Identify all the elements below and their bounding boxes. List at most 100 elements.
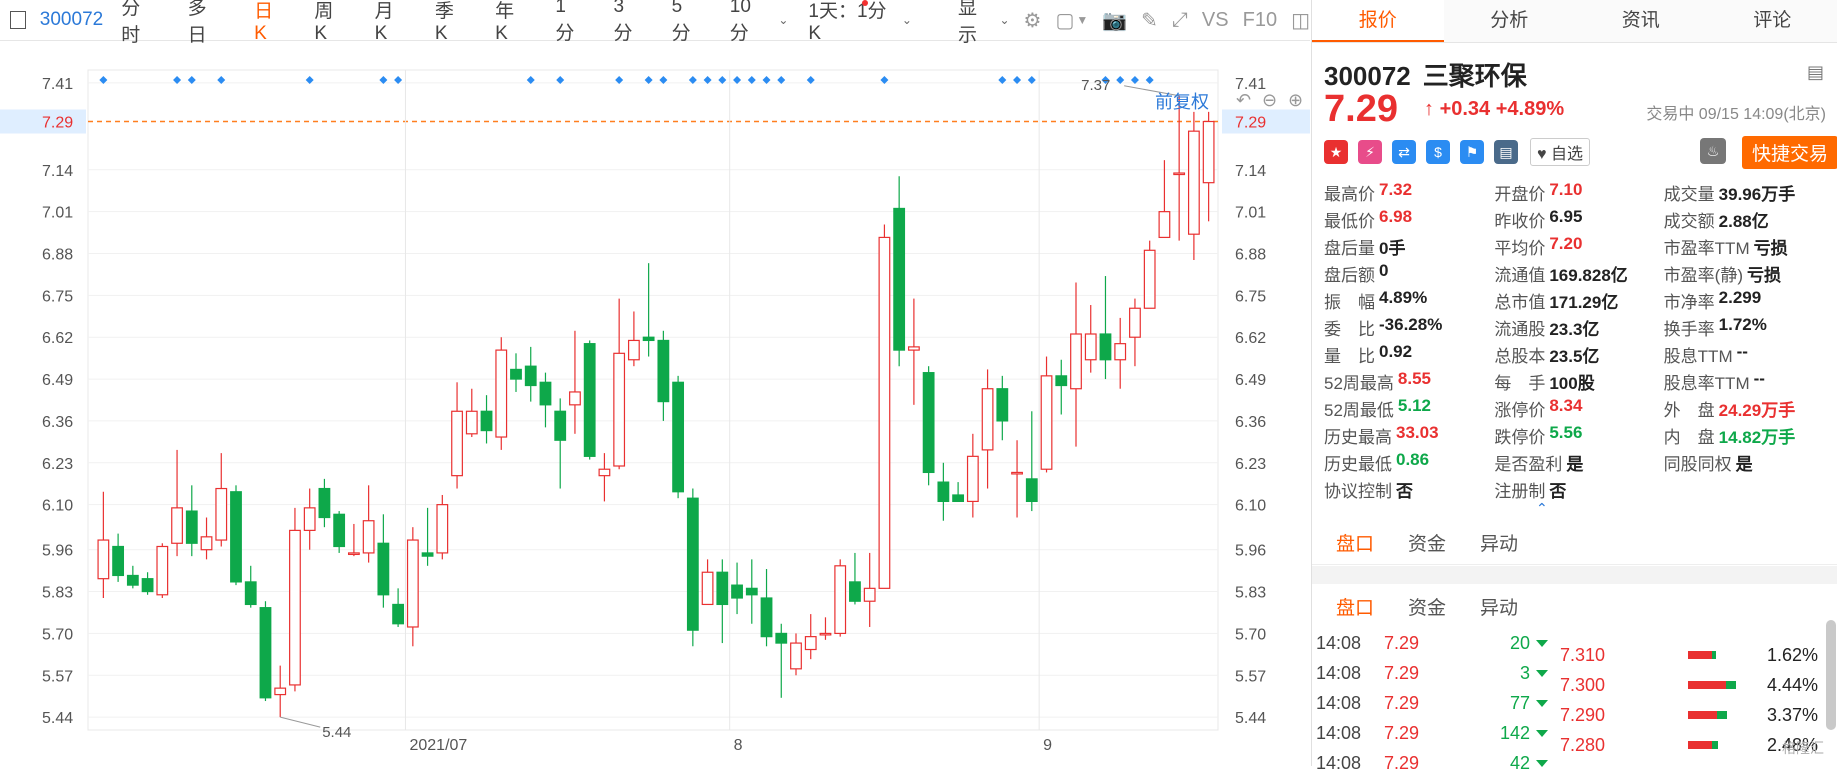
- chevron-down-icon[interactable]: ⌄: [778, 13, 788, 27]
- stat-value: 39.96万手: [1719, 180, 1796, 207]
- current-price-label-right: 7.29: [1235, 115, 1266, 132]
- zoom-out-icon[interactable]: ⊖: [1262, 90, 1277, 111]
- stat-cell: 量 比0.92: [1324, 342, 1494, 369]
- stat-value: 0手: [1379, 234, 1405, 261]
- stat-label: 昨收价: [1494, 207, 1545, 234]
- tab-comments[interactable]: 评论: [1707, 0, 1837, 42]
- stats-row: 最低价6.98昨收价6.95成交额2.88亿: [1324, 207, 1834, 234]
- chevron-down-icon[interactable]: ⌄: [902, 13, 912, 27]
- bell-icon[interactable]: ♨: [1700, 138, 1726, 164]
- tick-time: 14:08: [1316, 693, 1384, 714]
- subtab-zijin[interactable]: 资金: [1408, 529, 1446, 556]
- china-flag-icon[interactable]: ★: [1324, 140, 1348, 164]
- stat-value: 14.82万手: [1719, 423, 1796, 450]
- stats-row: 历史最高33.03跌停价5.56内 盘14.82万手: [1324, 423, 1834, 450]
- scrollbar[interactable]: [1826, 620, 1836, 730]
- y-tick-label-right: 5.96: [1235, 543, 1266, 560]
- kline-svg: 7.417.417.297.297.147.147.017.016.886.88…: [0, 40, 1310, 766]
- stat-value: 24.29万手: [1719, 396, 1796, 423]
- candle-body: [776, 633, 787, 643]
- tab-daily-k[interactable]: 日K: [254, 0, 285, 45]
- subtab-yidong-2[interactable]: 异动: [1480, 593, 1518, 620]
- low-marker-label: 5.44: [322, 724, 351, 741]
- candle-body: [186, 511, 197, 543]
- tag-icon[interactable]: ⚑: [1460, 140, 1484, 164]
- document-icon[interactable]: ▤: [1494, 140, 1518, 164]
- panel-toggle-icon[interactable]: [10, 11, 26, 29]
- stats-row: 最高价7.32开盘价7.10成交量39.96万手: [1324, 180, 1834, 207]
- candle-body: [334, 514, 345, 546]
- chevron-down-icon[interactable]: ⌄: [999, 13, 1009, 27]
- menu-icon[interactable]: ▤: [1807, 62, 1824, 83]
- tab-quote[interactable]: 报价: [1312, 0, 1444, 42]
- shuffle-icon[interactable]: ⇄: [1392, 140, 1416, 164]
- x-tick-label: 2021/07: [409, 737, 467, 754]
- tab-1min[interactable]: 1分: [555, 0, 584, 45]
- subtab-pankou-2[interactable]: 盘口: [1336, 593, 1374, 620]
- tab-analysis[interactable]: 分析: [1444, 0, 1576, 42]
- level-bar: [1688, 711, 1758, 719]
- tab-monthly-k[interactable]: 月K: [375, 0, 406, 45]
- tab-3min[interactable]: 3分: [613, 0, 642, 45]
- stat-value: 1.72%: [1719, 315, 1767, 342]
- candle-body: [452, 411, 463, 475]
- stat-label: 最高价: [1324, 180, 1375, 207]
- fullscreen-icon[interactable]: ⤢: [1172, 9, 1188, 32]
- quick-trade-button[interactable]: 快捷交易: [1742, 136, 1837, 169]
- vs-button[interactable]: VS: [1202, 9, 1229, 32]
- add-favorite-button[interactable]: ♥ 自选: [1530, 138, 1590, 166]
- subtab-pankou[interactable]: 盘口: [1336, 529, 1374, 556]
- candle-body: [938, 482, 949, 501]
- camera-icon[interactable]: 📷: [1102, 8, 1127, 33]
- stat-value: 8.55: [1398, 369, 1431, 396]
- stat-value: 100股: [1549, 369, 1594, 396]
- stat-cell: 市盈率TTM亏损: [1664, 234, 1834, 261]
- high-marker-label: 7.37: [1081, 77, 1110, 94]
- pen-icon[interactable]: ✎: [1141, 8, 1158, 33]
- stat-cell: 52周最低5.12: [1324, 396, 1494, 423]
- sidebar-icon[interactable]: ◫: [1291, 8, 1310, 33]
- tab-5min[interactable]: 5分: [672, 0, 701, 45]
- chart-toolbar: 300072 分时 多日 日K 周K 月K 季K 年K 1分 3分 5分 10分…: [0, 0, 1310, 41]
- tab-10min[interactable]: 10分: [730, 0, 770, 45]
- color-box-icon[interactable]: ▢: [1055, 8, 1074, 33]
- tick-volume: 77: [1476, 693, 1530, 714]
- collapse-chevron-icon[interactable]: ⌃: [1536, 500, 1548, 517]
- reset-icon[interactable]: ↶: [1236, 90, 1251, 111]
- candle-body: [584, 344, 595, 457]
- tab-yearly-k[interactable]: 年K: [495, 0, 526, 45]
- stat-cell: 盘后额0: [1324, 261, 1494, 288]
- level-price: 7.310: [1560, 645, 1688, 666]
- chevron-down-icon[interactable]: ▼: [1076, 13, 1088, 27]
- x-tick-label: 8: [734, 737, 743, 754]
- tab-news[interactable]: 资讯: [1575, 0, 1707, 42]
- gear-icon[interactable]: ⚙: [1024, 8, 1042, 33]
- level-bar: [1688, 651, 1758, 659]
- stock-code-label: 300072: [1324, 61, 1411, 91]
- down-arrow-icon: [1536, 640, 1548, 647]
- period-select[interactable]: 1天：1分K: [808, 0, 898, 45]
- stat-cell: 成交量39.96万手: [1664, 180, 1834, 207]
- subtab-yidong[interactable]: 异动: [1480, 529, 1518, 556]
- subtab-zijin-2[interactable]: 资金: [1408, 593, 1446, 620]
- tab-weekly-k[interactable]: 周K: [314, 0, 345, 45]
- stock-code[interactable]: 300072: [40, 9, 103, 31]
- f10-button[interactable]: F10: [1243, 9, 1277, 32]
- dollar-icon[interactable]: $: [1426, 140, 1450, 164]
- stats-row: 委 比-36.28%流通股23.3亿换手率1.72%: [1324, 315, 1834, 342]
- candle-body: [540, 382, 551, 405]
- candle-body: [157, 546, 168, 594]
- candle-body: [525, 366, 536, 385]
- lightning-icon[interactable]: ⚡: [1358, 140, 1382, 164]
- candle-body: [982, 389, 993, 450]
- kline-chart[interactable]: 7.417.417.297.297.147.147.017.016.886.88…: [0, 40, 1310, 766]
- candle-body: [746, 588, 757, 594]
- candle-body: [732, 585, 743, 598]
- down-arrow-icon: [1536, 760, 1548, 767]
- zoom-in-icon[interactable]: ⊕: [1288, 90, 1303, 111]
- candle-body: [511, 369, 522, 379]
- notification-dot: [862, 0, 868, 6]
- y-tick-label-right: 7.01: [1235, 205, 1266, 222]
- tab-quarterly-k[interactable]: 季K: [435, 0, 466, 45]
- fuquan-button[interactable]: 前复权: [1155, 88, 1209, 114]
